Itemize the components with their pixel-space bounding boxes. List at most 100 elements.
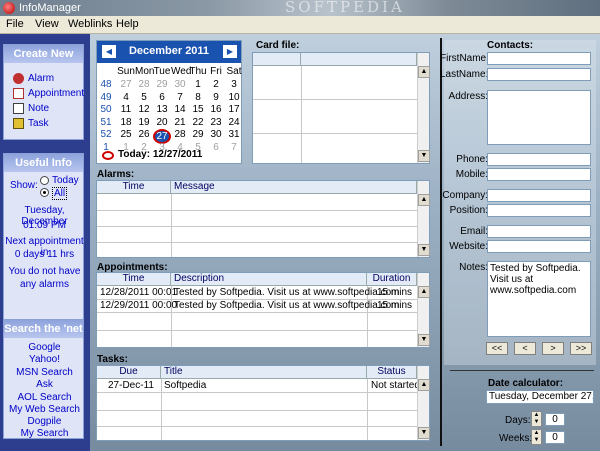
- menu-file[interactable]: File: [6, 18, 24, 30]
- calendar-day[interactable]: 22: [189, 117, 207, 128]
- task-row-1-title[interactable]: Softpedia: [164, 380, 206, 391]
- scroll-down-icon[interactable]: ▼: [418, 244, 430, 256]
- prev-month-button[interactable]: ◀: [102, 45, 116, 58]
- radio-all[interactable]: [40, 188, 49, 197]
- radio-today[interactable]: [40, 176, 49, 185]
- calendar-day[interactable]: 19: [135, 117, 153, 128]
- tasks-col-title[interactable]: Title: [161, 366, 367, 379]
- calendar-day[interactable]: 17: [225, 104, 243, 115]
- calendar-day[interactable]: 16: [207, 104, 225, 115]
- search-msn-link[interactable]: MSN Search: [4, 367, 85, 378]
- calendar-day[interactable]: 13: [153, 104, 171, 115]
- lastname-field[interactable]: [487, 68, 591, 81]
- calendar-day[interactable]: 11: [117, 104, 135, 115]
- appointments-scrollbar[interactable]: ▲ ▼: [417, 273, 430, 347]
- menu-weblinks[interactable]: Weblinks: [68, 18, 112, 30]
- calendar-day[interactable]: 28: [171, 129, 189, 140]
- search-dogpile-link[interactable]: Dogpile: [4, 416, 85, 427]
- search-ask-link[interactable]: Ask: [4, 379, 85, 390]
- calendar-day[interactable]: 6: [153, 92, 171, 103]
- calendar-day[interactable]: 26: [135, 129, 153, 140]
- scroll-up-icon[interactable]: ▲: [418, 194, 430, 206]
- previous-contact-button[interactable]: <: [514, 342, 536, 355]
- weeks-field[interactable]: 0: [545, 431, 565, 444]
- alarms-grid[interactable]: Time Message ▲ ▼: [96, 180, 430, 258]
- calendar-day[interactable]: 29: [189, 129, 207, 140]
- tasks-grid[interactable]: Due Title Status 27-Dec-11 Softpedia Not…: [96, 365, 430, 441]
- days-spinner[interactable]: ▲ ▼: [531, 411, 542, 427]
- phone-field[interactable]: [487, 153, 591, 166]
- alarms-scrollbar[interactable]: ▲ ▼: [417, 181, 430, 257]
- task-row-1-due[interactable]: 27-Dec-11: [108, 380, 154, 391]
- appointments-grid[interactable]: Time Description Duration 12/28/2011 00:…: [96, 272, 430, 348]
- calendar-day[interactable]: 31: [225, 129, 243, 140]
- scroll-down-icon[interactable]: ▼: [418, 334, 430, 346]
- appointment-row-1-duration[interactable]: 15 mins: [377, 287, 412, 298]
- calendar-day[interactable]: 4: [117, 92, 135, 103]
- search-google-link[interactable]: Google: [4, 342, 85, 353]
- calendar-day[interactable]: 1: [189, 79, 207, 90]
- scroll-up-icon[interactable]: ▲: [418, 66, 430, 78]
- notes-field[interactable]: Tested by Softpedia. Visit us at www.sof…: [487, 261, 591, 337]
- create-note-link[interactable]: Note: [28, 103, 49, 114]
- calendar[interactable]: ◀ December 2011 ▶ Sun Mon Tue Wed Thu Fri Sat 4…: [96, 40, 242, 164]
- weeks-spinner[interactable]: ▲ ▼: [531, 429, 542, 445]
- calendar-day[interactable]: 30: [207, 129, 225, 140]
- calendar-day[interactable]: 23: [207, 117, 225, 128]
- next-month-button[interactable]: ▶: [223, 45, 237, 58]
- mobile-field[interactable]: [487, 168, 591, 181]
- alarms-col-time[interactable]: Time: [97, 181, 171, 194]
- tasks-col-status[interactable]: Status: [367, 366, 417, 379]
- create-alarm-link[interactable]: Alarm: [28, 73, 54, 84]
- card-file-grid[interactable]: ▲ ▼: [252, 52, 430, 164]
- address-field[interactable]: [487, 90, 591, 145]
- create-task-link[interactable]: Task: [28, 118, 49, 129]
- search-mywebsearch-link[interactable]: My Web Search: [4, 404, 85, 415]
- menu-help[interactable]: Help: [116, 18, 139, 30]
- appointments-col-duration[interactable]: Duration: [367, 273, 417, 286]
- appointment-row-1-description[interactable]: Tested by Softpedia. Visit us at www.sof…: [174, 287, 400, 298]
- last-contact-button[interactable]: >>: [570, 342, 592, 355]
- calendar-day[interactable]: 12: [135, 104, 153, 115]
- tasks-col-due[interactable]: Due: [97, 366, 161, 379]
- scroll-down-icon[interactable]: ▼: [418, 427, 430, 439]
- calendar-day[interactable]: 3: [225, 79, 243, 90]
- firstname-field[interactable]: [487, 52, 591, 65]
- card-file-scrollbar[interactable]: ▲ ▼: [417, 53, 430, 163]
- calendar-day[interactable]: 21: [171, 117, 189, 128]
- appointment-row-2-description[interactable]: Tested by Softpedia. Visit us at www.sof…: [174, 300, 400, 311]
- appointment-row-1-time[interactable]: 12/28/2011 00:01: [100, 287, 177, 298]
- create-appointment-link[interactable]: Appointment: [28, 88, 84, 99]
- search-mysearch-link[interactable]: My Search: [4, 428, 85, 439]
- calendar-day[interactable]: 27: [117, 79, 135, 90]
- scroll-up-icon[interactable]: ▲: [418, 379, 430, 391]
- appointment-row-2-duration[interactable]: 15 mins: [377, 300, 412, 311]
- calendar-day[interactable]: 7: [225, 142, 243, 153]
- calendar-day[interactable]: 28: [135, 79, 153, 90]
- appointment-row-2-time[interactable]: 12/29/2011 00:00: [100, 300, 177, 311]
- menu-view[interactable]: View: [35, 18, 59, 30]
- calendar-day[interactable]: 7: [171, 92, 189, 103]
- scroll-down-icon[interactable]: ▼: [418, 150, 430, 162]
- appointments-col-time[interactable]: Time: [97, 273, 171, 286]
- calendar-day[interactable]: 10: [225, 92, 243, 103]
- calendar-day[interactable]: 6: [207, 142, 225, 153]
- calendar-day[interactable]: 20: [153, 117, 171, 128]
- email-field[interactable]: [487, 225, 591, 238]
- company-field[interactable]: [487, 189, 591, 202]
- date-calculator-date[interactable]: Tuesday, December 27,: [486, 390, 594, 404]
- days-field[interactable]: 0: [545, 413, 565, 426]
- website-field[interactable]: [487, 240, 591, 253]
- calendar-day[interactable]: 15: [189, 104, 207, 115]
- calendar-day[interactable]: 2: [207, 79, 225, 90]
- calendar-day[interactable]: 24: [225, 117, 243, 128]
- appointments-col-description[interactable]: Description: [171, 273, 367, 286]
- calendar-day[interactable]: 8: [189, 92, 207, 103]
- position-field[interactable]: [487, 204, 591, 217]
- calendar-day[interactable]: 5: [135, 92, 153, 103]
- calendar-day[interactable]: 9: [207, 92, 225, 103]
- today-label[interactable]: Today: 12/27/2011: [118, 149, 202, 160]
- calendar-day[interactable]: 25: [117, 129, 135, 140]
- search-yahoo-link[interactable]: Yahoo!: [4, 354, 85, 365]
- tasks-scrollbar[interactable]: ▲ ▼: [417, 366, 430, 440]
